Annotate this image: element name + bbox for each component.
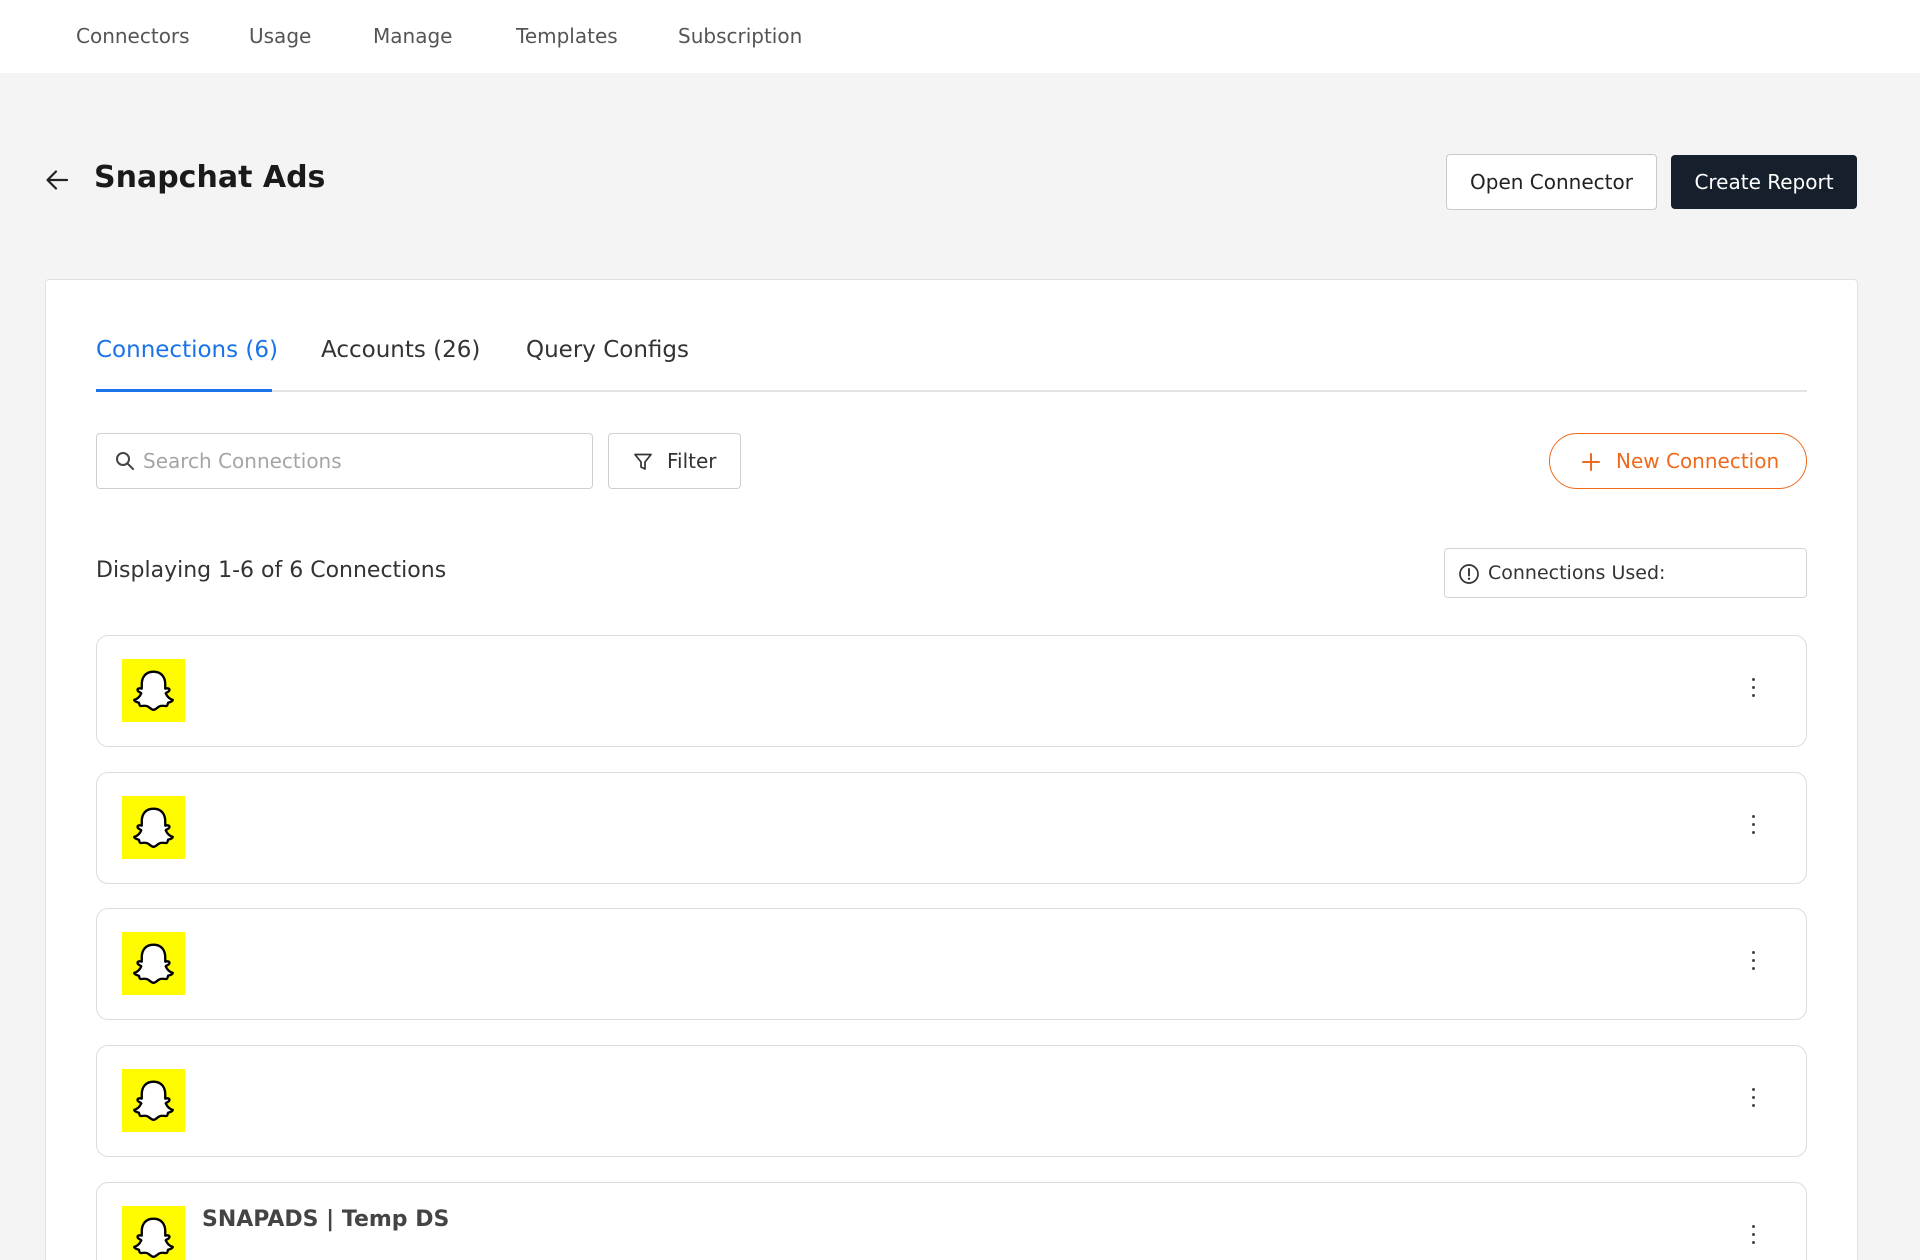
tab-connections[interactable]: Connections (6)	[96, 337, 278, 363]
tab-query-configs[interactable]: Query Configs	[526, 337, 689, 363]
connection-row[interactable]: SNAPADS | Temp DS	[96, 1182, 1807, 1260]
open-connector-button[interactable]: Open Connector	[1446, 154, 1657, 210]
filter-button[interactable]: Filter	[608, 433, 741, 489]
tab-divider	[96, 390, 1807, 392]
connections-used-box: Connections Used:	[1444, 548, 1807, 598]
plus-icon	[1582, 453, 1600, 471]
kebab-menu-icon[interactable]	[1747, 1225, 1759, 1251]
search-box	[96, 433, 593, 489]
info-circle-icon	[1459, 564, 1479, 584]
page-title: Snapchat Ads	[94, 160, 326, 195]
connection-row[interactable]	[96, 908, 1807, 1020]
nav-item-usage[interactable]: Usage	[249, 24, 311, 48]
search-icon	[116, 452, 134, 470]
active-tab-indicator	[96, 389, 272, 392]
nav-item-templates[interactable]: Templates	[516, 24, 618, 48]
funnel-icon	[634, 453, 652, 470]
snapchat-ghost-icon	[122, 796, 185, 859]
connection-name: SNAPADS | Temp DS	[202, 1207, 450, 1232]
tab-accounts[interactable]: Accounts (26)	[321, 337, 480, 363]
connections-used-label: Connections Used:	[1488, 562, 1666, 584]
displaying-count-text: Displaying 1-6 of 6 Connections	[96, 558, 447, 583]
snapchat-ghost-icon	[122, 659, 185, 722]
filter-button-label: Filter	[667, 449, 717, 473]
connection-row[interactable]	[96, 1045, 1807, 1157]
connection-row[interactable]	[96, 635, 1807, 747]
connection-row[interactable]	[96, 772, 1807, 884]
search-input[interactable]	[143, 445, 573, 477]
nav-item-manage[interactable]: Manage	[373, 24, 452, 48]
snapchat-ghost-icon	[122, 1069, 185, 1132]
nav-item-connectors[interactable]: Connectors	[76, 24, 190, 48]
kebab-menu-icon[interactable]	[1747, 815, 1759, 841]
snapchat-ghost-icon	[122, 1206, 185, 1260]
new-connection-button[interactable]: New Connection	[1549, 433, 1807, 489]
kebab-menu-icon[interactable]	[1747, 951, 1759, 977]
kebab-menu-icon[interactable]	[1747, 1088, 1759, 1114]
create-report-button[interactable]: Create Report	[1671, 155, 1857, 209]
back-arrow-icon[interactable]	[44, 167, 70, 193]
kebab-menu-icon[interactable]	[1747, 678, 1759, 704]
top-navigation: Connectors Usage Manage Templates Subscr…	[0, 0, 1920, 73]
new-connection-label: New Connection	[1616, 449, 1780, 473]
nav-item-subscription[interactable]: Subscription	[678, 24, 802, 48]
snapchat-ghost-icon	[122, 932, 185, 995]
